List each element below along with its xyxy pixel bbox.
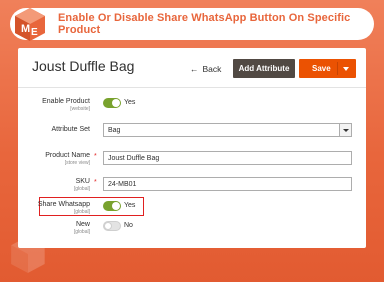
back-button[interactable]: ← Back xyxy=(190,64,221,74)
new-label: New xyxy=(75,221,90,228)
back-label: Back xyxy=(202,64,222,74)
share-whatsapp-scope: [global] xyxy=(73,209,90,215)
share-whatsapp-toggle[interactable] xyxy=(103,201,121,211)
page-title: Joust Duffle Bag xyxy=(32,58,135,74)
cube-logo-icon: M E xyxy=(15,8,45,41)
save-label: Save xyxy=(312,64,331,73)
product-name-input[interactable]: Joust Duffle Bag xyxy=(103,151,352,165)
product-name-label: Product Name xyxy=(45,152,90,159)
save-button[interactable]: Save xyxy=(299,59,356,78)
svg-text:M: M xyxy=(21,23,30,35)
product-name-value: Joust Duffle Bag xyxy=(108,154,160,162)
toggle-knob xyxy=(112,99,120,107)
new-state: No xyxy=(124,222,133,229)
watermark-logo-icon xyxy=(11,236,45,273)
svg-text:E: E xyxy=(31,27,38,38)
enable-product-toggle[interactable] xyxy=(103,98,121,108)
banner-title: Enable Or Disable Share WhatsApp Button … xyxy=(58,12,351,36)
sku-scope: [global] xyxy=(73,186,90,192)
enable-product-state: Yes xyxy=(124,99,136,106)
attribute-set-select[interactable]: Bag xyxy=(103,123,352,137)
add-attribute-button[interactable]: Add Attribute xyxy=(233,59,295,78)
new-scope: [global] xyxy=(73,229,90,235)
toggle-knob xyxy=(112,202,120,210)
enable-product-label: Enable Product xyxy=(42,98,90,105)
attribute-set-label: Attribute Set xyxy=(51,126,90,133)
sku-label: SKU xyxy=(75,178,90,185)
enable-product-scope: [website] xyxy=(70,106,90,112)
required-marker: * xyxy=(94,179,97,186)
new-toggle[interactable] xyxy=(103,221,121,231)
product-edit-panel: Joust Duffle Bag ← Back Add Attribute Sa… xyxy=(18,48,366,248)
sku-value: 24-MB01 xyxy=(108,180,137,188)
save-divider xyxy=(337,62,338,75)
title-banner: M E Enable Or Disable Share WhatsApp But… xyxy=(10,8,374,41)
chevron-down-icon[interactable] xyxy=(343,67,349,71)
arrow-left-icon: ← xyxy=(190,64,199,74)
product-name-scope: [store view] xyxy=(64,160,90,166)
attribute-set-value: Bag xyxy=(108,126,121,134)
chevron-down-icon xyxy=(339,124,351,136)
page-header: Joust Duffle Bag ← Back Add Attribute Sa… xyxy=(18,48,366,88)
sku-input[interactable]: 24-MB01 xyxy=(103,177,352,191)
required-marker: * xyxy=(94,153,97,160)
share-whatsapp-state: Yes xyxy=(124,202,136,209)
toggle-knob xyxy=(104,222,112,230)
share-whatsapp-label: Share Whatsapp xyxy=(37,201,90,208)
